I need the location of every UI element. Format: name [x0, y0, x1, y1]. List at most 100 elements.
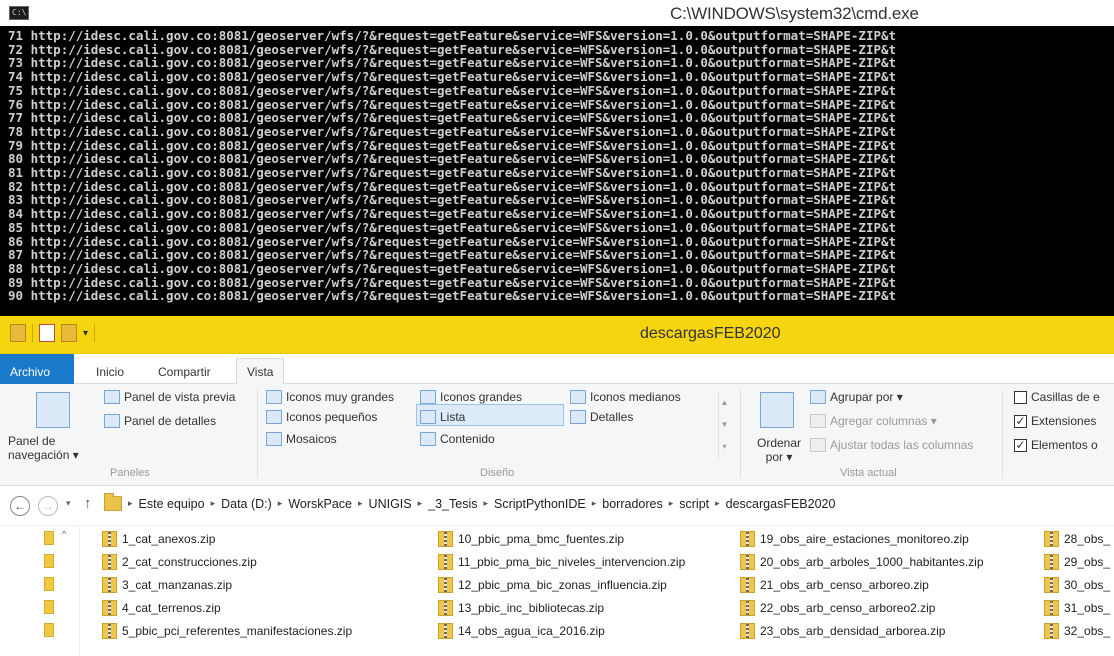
file-item[interactable]: 20_obs_arb_arboles_1000_habitantes.zip — [740, 554, 984, 570]
chevron-right-icon[interactable]: ▸ — [483, 498, 488, 509]
layout-details[interactable]: Detalles — [570, 410, 633, 424]
chevron-right-icon[interactable]: ▸ — [418, 498, 423, 509]
navigation-pane-button[interactable]: Panel de navegación ▾ — [8, 434, 82, 462]
up-arrow-icon[interactable]: ↑ — [84, 495, 92, 512]
layout-label: Iconos grandes — [440, 390, 523, 404]
breadcrumb-item[interactable]: Data (D:) — [221, 497, 272, 511]
cmd-output-line: 87 http://idesc.cali.gov.co:8081/geoserv… — [8, 248, 1114, 262]
layout-tiles[interactable]: Mosaicos — [266, 432, 337, 446]
file-item[interactable]: 23_obs_arb_densidad_arborea.zip — [740, 623, 945, 639]
new-folder-icon[interactable] — [61, 324, 77, 342]
layout-icons-large[interactable]: Iconos grandes — [420, 390, 522, 404]
layout-label: Contenido — [440, 432, 495, 446]
file-item[interactable]: 21_obs_arb_censo_arboreo.zip — [740, 577, 929, 593]
chevron-right-icon[interactable]: ▸ — [278, 498, 283, 509]
breadcrumb-item[interactable]: borradores — [602, 497, 662, 511]
sort-by-icon — [760, 392, 794, 428]
layout-content[interactable]: Contenido — [420, 432, 495, 446]
sort-by-button[interactable]: Ordenar por ▾ — [752, 436, 806, 464]
nav-folder-icon[interactable] — [44, 531, 54, 545]
explorer-titlebar[interactable]: ▾ descargasFEB2020 — [0, 316, 1114, 354]
scroll-up-icon[interactable]: ^ — [62, 529, 66, 539]
add-columns-button[interactable]: Agregar columnas ▾ — [810, 414, 937, 428]
qat-dropdown-icon[interactable]: ▾ — [83, 328, 88, 339]
file-item[interactable]: 12_pbic_pma_bic_zonas_influencia.zip — [438, 577, 667, 593]
file-item[interactable]: 28_obs_ — [1044, 531, 1110, 547]
navigation-pane[interactable]: ^ — [0, 527, 80, 656]
toolbar-divider — [94, 324, 96, 342]
file-item[interactable]: 3_cat_manzanas.zip — [102, 577, 232, 593]
chevron-right-icon[interactable]: ▸ — [128, 498, 133, 509]
cmd-output-line: 80 http://idesc.cali.gov.co:8081/geoserv… — [8, 152, 1114, 166]
fit-columns-button[interactable]: Ajustar todas las columnas — [810, 438, 973, 452]
breadcrumb-current[interactable]: descargasFEB2020 — [726, 497, 836, 511]
cmd-output-line: 88 http://idesc.cali.gov.co:8081/geoserv… — [8, 262, 1114, 276]
breadcrumb-item[interactable]: Este equipo — [139, 497, 205, 511]
file-item[interactable]: 31_obs_ — [1044, 600, 1110, 616]
breadcrumb-item[interactable]: ScriptPythonIDE — [494, 497, 586, 511]
chevron-right-icon[interactable]: ▸ — [669, 498, 674, 509]
file-item[interactable]: 22_obs_arb_censo_arboreo2.zip — [740, 600, 935, 616]
breadcrumb-item[interactable]: _3_Tesis — [428, 497, 477, 511]
chevron-right-icon[interactable]: ▸ — [358, 498, 363, 509]
back-arrow-icon[interactable]: ← — [10, 496, 30, 516]
chevron-right-icon[interactable]: ▸ — [211, 498, 216, 509]
tab-vista[interactable]: Vista — [236, 358, 285, 385]
breadcrumb[interactable]: ▸ Este equipo ▸ Data (D:) ▸ WorskPace ▸ … — [104, 493, 836, 511]
nav-folder-icon[interactable] — [44, 600, 54, 614]
layout-icons-very-large[interactable]: Iconos muy grandes — [266, 390, 394, 404]
preview-pane-icon — [104, 390, 120, 404]
recent-locations-chevron-icon[interactable]: ▾ — [66, 498, 71, 509]
file-item[interactable]: 1_cat_anexos.zip — [102, 531, 215, 547]
file-name: 32_obs_ — [1064, 624, 1111, 638]
group-by-button[interactable]: Agrupar por ▾ — [810, 390, 903, 404]
layout-icons-medium[interactable]: Iconos medianos — [570, 390, 681, 404]
file-item[interactable]: 2_cat_construcciones.zip — [102, 554, 257, 570]
layout-icons-small[interactable]: Iconos pequeños — [266, 410, 377, 424]
chevron-right-icon[interactable]: ▸ — [592, 498, 597, 509]
file-item[interactable]: 19_obs_aire_estaciones_monitoreo.zip — [740, 531, 969, 547]
layout-scroll-buttons[interactable]: ▲ ▼ ▾ — [718, 392, 730, 458]
group-label-diseno: Diseño — [480, 467, 515, 479]
file-item[interactable]: 10_pbic_pma_bmc_fuentes.zip — [438, 531, 624, 547]
cmd-line-url: http://idesc.cali.gov.co:8081/geoserver/… — [30, 288, 897, 304]
checkbox-checked-icon: ✓ — [1014, 413, 1027, 428]
file-name: 10_pbic_pma_bmc_fuentes.zip — [458, 532, 625, 546]
file-item[interactable]: 30_obs_ — [1044, 577, 1110, 593]
nav-folder-icon[interactable] — [44, 554, 54, 568]
file-item[interactable]: 32_obs_ — [1044, 623, 1110, 639]
file-item[interactable]: 5_pbic_pci_referentes_manifestaciones.zi… — [102, 623, 352, 639]
layout-label: Mosaicos — [286, 432, 337, 446]
cmd-titlebar[interactable]: C:\ C:\WINDOWS\system32\cmd.exe — [0, 0, 1114, 26]
forward-arrow-icon[interactable]: → — [38, 496, 58, 516]
file-name: 20_obs_arb_arboles_1000_habitantes.zip — [760, 555, 984, 569]
breadcrumb-item[interactable]: UNIGIS — [369, 497, 412, 511]
file-item[interactable]: 29_obs_ — [1044, 554, 1110, 570]
file-item[interactable]: 4_cat_terrenos.zip — [102, 600, 221, 616]
item-checkboxes-toggle[interactable]: Casillas de e — [1014, 390, 1100, 404]
zip-folder-icon — [740, 577, 755, 593]
details-pane-button[interactable]: Panel de detalles — [104, 414, 216, 428]
properties-icon[interactable] — [39, 324, 55, 342]
hidden-items-toggle[interactable]: ✓ Elementos o — [1014, 438, 1098, 452]
zip-folder-icon — [102, 577, 117, 593]
breadcrumb-item[interactable]: script — [679, 497, 709, 511]
extensions-toggle[interactable]: ✓ Extensiones — [1014, 414, 1096, 428]
group-divider — [740, 390, 741, 478]
tab-archivo[interactable]: Archivo — [0, 354, 74, 384]
nav-folder-icon[interactable] — [44, 623, 54, 637]
toggle-label: Elementos o — [1031, 438, 1098, 452]
file-item[interactable]: 14_obs_agua_ica_2016.zip — [438, 623, 605, 639]
layout-list[interactable]: Lista — [420, 410, 465, 424]
zip-folder-icon — [740, 554, 755, 570]
ribbon-tabs: Archivo Inicio Compartir Vista — [0, 354, 1114, 385]
file-item[interactable]: 11_pbic_pma_bic_niveles_intervencion.zip — [438, 554, 685, 570]
file-item[interactable]: 13_pbic_inc_bibliotecas.zip — [438, 600, 604, 616]
chevron-right-icon[interactable]: ▸ — [715, 498, 720, 509]
cmd-output-line: 76 http://idesc.cali.gov.co:8081/geoserv… — [8, 97, 1114, 112]
breadcrumb-item[interactable]: WorskPace — [288, 497, 352, 511]
tab-compartir[interactable]: Compartir — [148, 361, 221, 383]
nav-folder-icon[interactable] — [44, 577, 54, 591]
tab-inicio[interactable]: Inicio — [86, 361, 134, 383]
preview-pane-button[interactable]: Panel de vista previa — [104, 390, 235, 404]
